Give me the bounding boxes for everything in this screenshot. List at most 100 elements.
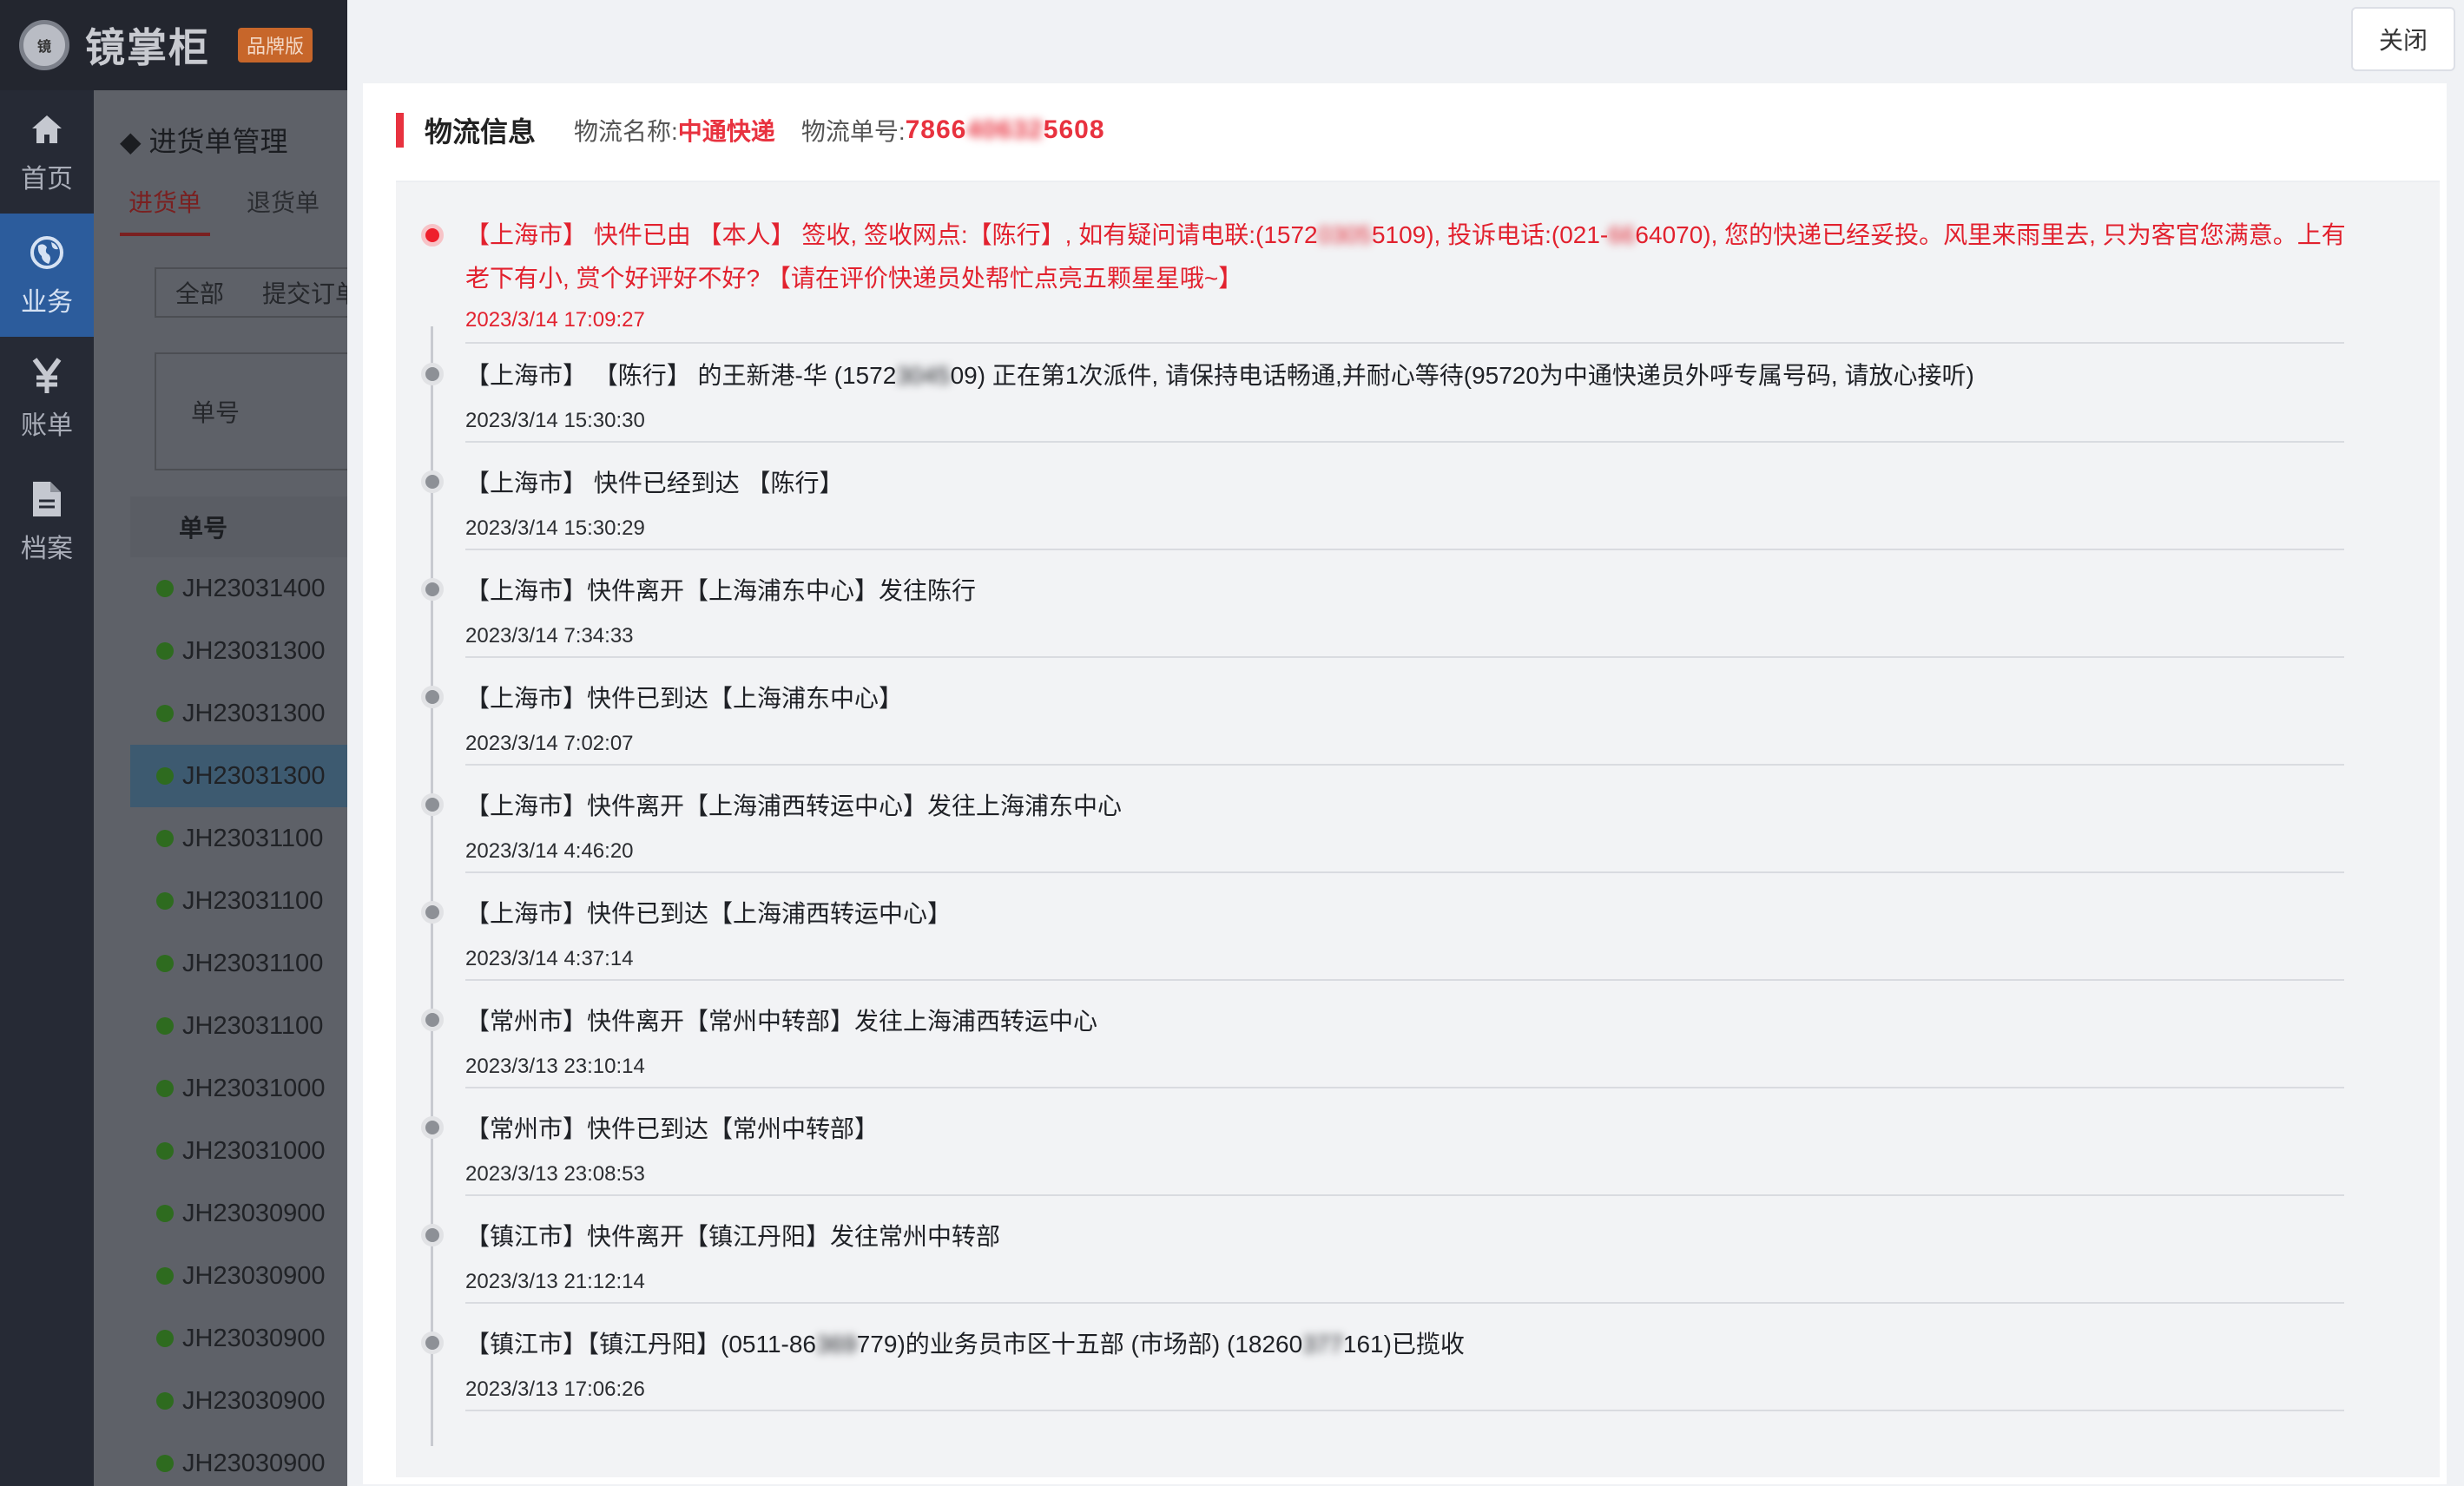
- event-text-segment: 161)已揽收: [1342, 1331, 1465, 1358]
- carrier-label: 物流名称:: [574, 118, 678, 145]
- sidebar-item-archive[interactable]: 档案: [0, 460, 94, 583]
- timeline-event-time: 2023/3/13 21:12:14: [465, 1270, 645, 1293]
- tracking-prefix: 7866: [905, 115, 967, 144]
- event-text-segment: 09) 正在第1次派件, 请保持电话畅通,并耐心等待(95720为中通快递员外呼…: [950, 362, 1974, 389]
- app-header: 镜 镜掌柜 品牌版: [0, 0, 347, 90]
- status-dot-icon: [156, 642, 174, 660]
- timeline-dot-icon: [421, 1116, 444, 1139]
- timeline-dot-icon: [421, 793, 444, 816]
- table-row[interactable]: JH23031300: [130, 620, 347, 682]
- table-row[interactable]: JH23031000: [130, 1120, 347, 1182]
- sidebar-item-bills[interactable]: 账单: [0, 337, 94, 460]
- table-row[interactable]: JH23030900: [130, 1182, 347, 1245]
- close-button[interactable]: 关闭: [2351, 7, 2455, 71]
- timeline-event-text: 【上海市】 【陈行】 的王新港-华 (1572304509) 正在第1次派件, …: [465, 354, 2349, 398]
- order-number: JH23031000: [182, 1074, 326, 1102]
- filter-tabs: 全部 提交订单: [155, 267, 347, 318]
- order-number: JH23031100: [182, 949, 324, 977]
- timeline-separator: [465, 1410, 2344, 1411]
- table-row[interactable]: JH23031100: [130, 807, 347, 870]
- timeline-event-time: 2023/3/14 4:37:14: [465, 947, 634, 970]
- status-dot-icon: [156, 1392, 174, 1410]
- timeline-separator: [465, 656, 2344, 658]
- order-number: JH23031100: [182, 824, 324, 852]
- search-label: 单号: [191, 399, 240, 426]
- tracking-masked: 40632: [966, 115, 1044, 144]
- event-text-segment: 779)的业务员市区十五部 (市场部) (18260: [856, 1331, 1303, 1358]
- logistics-header: 物流信息 物流名称: 中通快递 物流单号: 7866406325608: [396, 108, 1131, 153]
- event-text-segment: 【上海市】快件离开【上海浦西转运中心】发往上海浦东中心: [465, 792, 1123, 819]
- tab-purchase-orders[interactable]: 进货单: [120, 184, 211, 236]
- masked-digits: 369: [816, 1331, 857, 1358]
- table-row[interactable]: JH23031100: [130, 870, 347, 932]
- table-row[interactable]: JH23031300: [130, 745, 347, 807]
- order-number: JH23031300: [182, 761, 326, 790]
- logistics-card: 物流信息 物流名称: 中通快递 物流单号: 7866406325608 【上海市…: [363, 83, 2447, 1484]
- timeline-event-text: 【镇江市】快件离开【镇江丹阳】发往常州中转部: [465, 1215, 2349, 1259]
- timeline-separator: [465, 764, 2344, 766]
- timeline-dot-icon: [421, 1009, 444, 1031]
- table-row[interactable]: JH23030900: [130, 1245, 347, 1307]
- tab-return-orders[interactable]: 退货单: [238, 184, 328, 236]
- event-text-segment: 【上海市】快件已到达【上海浦西转运中心】: [465, 900, 952, 927]
- logo-text: 镜: [36, 40, 51, 55]
- filter-all[interactable]: 全部: [156, 275, 243, 310]
- timeline-event-time: 2023/3/13 17:06:26: [465, 1378, 645, 1401]
- tracking-label: 物流单号:: [800, 118, 906, 145]
- sidebar-item-label: 账单: [21, 411, 73, 440]
- table-row[interactable]: JH23031100: [130, 932, 347, 995]
- table-header: 单号: [130, 496, 347, 557]
- filter-submitted[interactable]: 提交订单: [243, 275, 347, 310]
- bg-tabs: 进货单 退货单: [120, 184, 328, 236]
- timeline-event-time: 2023/3/14 4:46:20: [465, 839, 634, 863]
- timeline-separator: [465, 1087, 2344, 1088]
- search-panel: 单号: [155, 352, 347, 470]
- order-number: JH23030900: [182, 1449, 326, 1477]
- table-row[interactable]: JH23030900: [130, 1370, 347, 1432]
- order-number: JH23031300: [182, 636, 326, 665]
- timeline-event-time: 2023/3/14 15:30:30: [465, 409, 645, 432]
- order-number: JH23031100: [182, 1011, 324, 1040]
- event-text-segment: 【镇江市】【镇江丹阳】(0511-86: [465, 1331, 817, 1358]
- sidebar-item-business[interactable]: 业务: [0, 214, 94, 337]
- timeline-dot-icon: [421, 1224, 444, 1246]
- event-text-segment: 【上海市】快件已到达【上海浦东中心】: [465, 685, 904, 712]
- masked-digits: 0305: [1317, 221, 1372, 248]
- table-row[interactable]: JH23031000: [130, 1057, 347, 1120]
- timeline-line: [431, 326, 433, 1446]
- background-page-inner: ◆ 进货单管理 进货单 退货单 全部 提交订单 单号 单号 JH23031400…: [94, 90, 347, 1486]
- home-icon: [30, 108, 64, 150]
- masked-digits: 66: [1608, 221, 1636, 248]
- table-row[interactable]: JH23031100: [130, 995, 347, 1057]
- timeline-dot-icon: [421, 1331, 444, 1354]
- timeline-separator: [465, 441, 2344, 443]
- table-row[interactable]: JH23031300: [130, 682, 347, 745]
- table-row[interactable]: JH23030900: [130, 1432, 347, 1486]
- sidebar: 首页 业务 账单 档案: [0, 90, 94, 1486]
- page-title-text: 进货单管理: [148, 126, 288, 157]
- timeline-event-text: 【常州市】快件已到达【常州中转部】: [465, 1108, 2349, 1151]
- edition-badge: 品牌版: [238, 28, 313, 62]
- timeline-list: 【上海市】 快件已由 【本人】 签收, 签收网点:【陈行】, 如有疑问请电联:(…: [396, 182, 2440, 1477]
- sidebar-item-home[interactable]: 首页: [0, 90, 94, 214]
- timeline-event-text: 【上海市】快件已到达【上海浦东中心】: [465, 677, 2349, 720]
- timeline-event-time: 2023/3/14 17:09:27: [465, 308, 645, 332]
- order-number: JH23031000: [182, 1136, 326, 1165]
- status-dot-icon: [156, 767, 174, 785]
- section-accent-bar: [396, 113, 404, 148]
- timeline-event-text: 【上海市】 快件已经到达 【陈行】: [465, 462, 2349, 505]
- status-dot-icon: [156, 892, 174, 910]
- event-text-segment: 【上海市】 快件已经到达 【陈行】: [465, 470, 844, 496]
- event-text-segment: 【上海市】 【陈行】 的王新港-华 (1572: [465, 362, 897, 389]
- event-text-segment: 【上海市】 快件已由 【本人】 签收, 签收网点:【陈行】, 如有疑问请电联:(…: [465, 221, 1318, 248]
- sidebar-item-label: 首页: [21, 165, 73, 194]
- timeline-dot-icon: [421, 578, 444, 601]
- logistics-drawer: 关闭 物流信息 物流名称: 中通快递 物流单号: 7866406325608 【…: [347, 0, 2464, 1486]
- timeline-separator: [465, 871, 2344, 873]
- table-row[interactable]: JH23031400: [130, 557, 347, 620]
- timeline-event-text: 【镇江市】【镇江丹阳】(0511-86369779)的业务员市区十五部 (市场部…: [465, 1323, 2349, 1366]
- masked-digits: 377: [1302, 1331, 1343, 1358]
- table-row[interactable]: JH23030900: [130, 1307, 347, 1370]
- timeline-event-text: 【上海市】 快件已由 【本人】 签收, 签收网点:【陈行】, 如有疑问请电联:(…: [465, 214, 2349, 300]
- table-body: JH23031400 JH23031300 JH23031300 JH23031300…: [130, 557, 347, 1486]
